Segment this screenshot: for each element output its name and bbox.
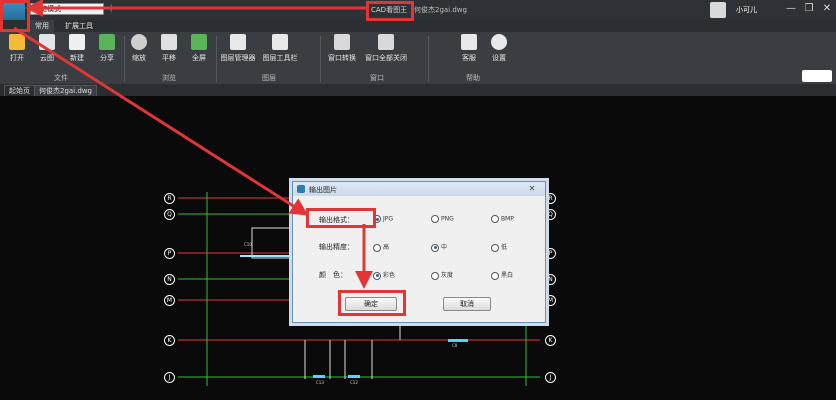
annotation-arrows [13,0,373,289]
arrow-to-format-row [13,26,309,216]
